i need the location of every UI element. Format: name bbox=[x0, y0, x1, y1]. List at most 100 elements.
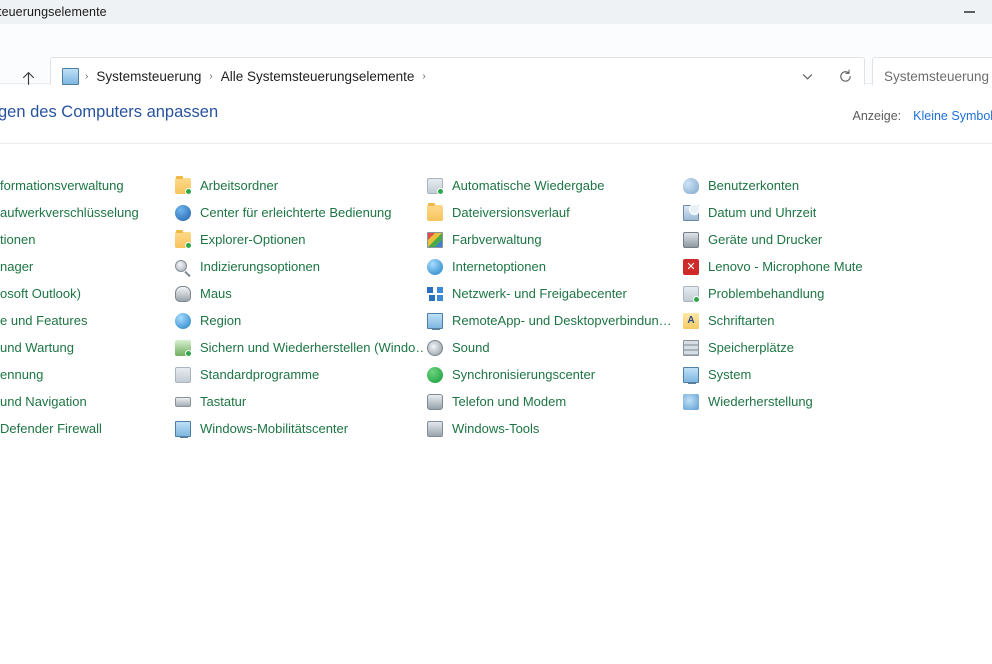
control-panel-item[interactable]: Indizierungsoptionen bbox=[175, 253, 425, 280]
monitor-icon bbox=[683, 366, 699, 384]
control-panel-item[interactable]: Speicherplätze bbox=[683, 334, 983, 361]
control-panel-item-label: ennung bbox=[0, 367, 44, 382]
control-panel-item-label: Indizierungsoptionen bbox=[200, 259, 320, 274]
control-panel-item-label: Tastatur bbox=[200, 394, 247, 409]
search-mag-icon bbox=[175, 259, 191, 275]
control-panel-item[interactable]: Defender Firewall bbox=[0, 415, 172, 442]
control-panel-item-label: Netzwerk- und Freigabecenter bbox=[452, 286, 627, 301]
control-panel-item[interactable]: Telefon und Modem bbox=[427, 388, 677, 415]
control-panel-item-label: Speicherplätze bbox=[708, 340, 794, 355]
window-title: teuerungselemente bbox=[0, 5, 107, 19]
win-grey-icon bbox=[175, 366, 191, 383]
control-panel-item[interactable]: Problembehandlung bbox=[683, 280, 983, 307]
control-panel-item-label: Problembehandlung bbox=[708, 286, 825, 301]
control-panel-item[interactable]: Sichern und Wiederherstellen (Windo…) bbox=[175, 334, 425, 361]
search-input[interactable]: Systemsteuerung du bbox=[873, 69, 992, 84]
control-panel-item[interactable]: Standardprogramme bbox=[175, 361, 425, 388]
control-panel-item[interactable]: Automatische Wiedergabe bbox=[427, 172, 677, 199]
backup-icon bbox=[175, 339, 192, 357]
stack-icon bbox=[683, 339, 699, 356]
folder-icon bbox=[427, 202, 443, 221]
view-label: Anzeige: bbox=[852, 109, 902, 123]
control-panel-item[interactable]: Wiederherstellung bbox=[683, 388, 983, 415]
control-panel-item[interactable]: System bbox=[683, 361, 983, 388]
control-panel-item[interactable]: Netzwerk- und Freigabecenter bbox=[427, 280, 677, 307]
minimize-button[interactable] bbox=[946, 0, 992, 24]
netgrid-icon bbox=[427, 285, 443, 302]
breadcrumb-separator-0: › bbox=[85, 70, 89, 82]
control-panel-item[interactable]: Lenovo - Microphone Mute bbox=[683, 253, 983, 280]
people-icon bbox=[683, 177, 699, 194]
control-panel-item[interactable]: Datum und Uhrzeit bbox=[683, 199, 983, 226]
win-grey-icon bbox=[427, 177, 444, 195]
arrow-up-icon bbox=[22, 71, 34, 85]
control-panel-item-label: Automatische Wiedergabe bbox=[452, 178, 605, 193]
control-panel-item-label: System bbox=[708, 367, 752, 382]
control-panel-item[interactable]: Arbeitsordner bbox=[175, 172, 425, 199]
red-x-icon bbox=[683, 258, 699, 275]
colorsq-icon bbox=[427, 231, 443, 248]
control-panel-item[interactable]: e und Features bbox=[0, 307, 172, 334]
breadcrumb-item-1[interactable]: Alle Systemsteuerungselemente bbox=[219, 69, 417, 84]
navigation-bar: › Systemsteuerung › Alle Systemsteuerung… bbox=[0, 24, 992, 95]
control-panel-item-label: Farbverwaltung bbox=[452, 232, 542, 247]
folder-icon bbox=[175, 229, 192, 249]
control-panel-item-label: Schriftarten bbox=[708, 313, 775, 328]
chevron-down-icon bbox=[802, 73, 812, 80]
content-header: gen des Computers anpassen Anzeige: Klei… bbox=[0, 85, 992, 144]
refresh-icon bbox=[839, 69, 851, 82]
control-panel-item[interactable]: ennung bbox=[0, 361, 172, 388]
view-value-link[interactable]: Kleine Symbole bbox=[913, 109, 992, 123]
control-panel-item[interactable]: Region bbox=[175, 307, 425, 334]
control-panel-item-label: Standardprogramme bbox=[200, 367, 320, 382]
control-panel-item[interactable]: osoft Outlook) bbox=[0, 280, 172, 307]
printer-icon bbox=[683, 231, 699, 248]
control-panel-item[interactable]: tionen bbox=[0, 226, 172, 253]
control-panel-item[interactable]: Windows-Mobilitätscenter bbox=[175, 415, 425, 442]
control-panel-item-label: Explorer-Optionen bbox=[200, 232, 306, 247]
control-panel-item[interactable]: Farbverwaltung bbox=[427, 226, 677, 253]
control-panel-item[interactable]: RemoteApp- und Desktopverbindun… bbox=[427, 307, 677, 334]
tools-icon bbox=[427, 420, 443, 437]
control-panel-item[interactable]: aufwerkverschlüsselung bbox=[0, 199, 172, 226]
minimize-icon bbox=[963, 11, 975, 13]
control-panel-item-label: Region bbox=[200, 313, 242, 328]
control-panel-item[interactable]: Internetoptionen bbox=[427, 253, 677, 280]
control-panel-item[interactable]: Explorer-Optionen bbox=[175, 226, 425, 253]
breadcrumb-item-0[interactable]: Systemsteuerung bbox=[94, 69, 203, 84]
folder-icon bbox=[175, 175, 192, 195]
control-panel-item-label: Dateiversionsverlauf bbox=[452, 205, 570, 220]
control-panel-item[interactable]: Schriftarten bbox=[683, 307, 983, 334]
control-panel-item-label: Wiederherstellung bbox=[708, 394, 813, 409]
control-panel-item-label: Center für erleichterte Bedienung bbox=[200, 205, 392, 220]
control-panel-item-label: Windows-Mobilitätscenter bbox=[200, 421, 349, 436]
control-panel-item-label: osoft Outlook) bbox=[0, 286, 81, 301]
control-panel-item[interactable]: Sound bbox=[427, 334, 677, 361]
control-panel-item-label: Synchronisierungscenter bbox=[452, 367, 596, 382]
control-panel-item-label: Geräte und Drucker bbox=[708, 232, 823, 247]
control-panel-item-label: nager bbox=[0, 259, 34, 274]
control-panel-item-label: Sound bbox=[452, 340, 490, 355]
win-grey-icon bbox=[683, 285, 700, 303]
control-panel-item-label: und Navigation bbox=[0, 394, 87, 409]
control-panel-item-label: Maus bbox=[200, 286, 232, 301]
control-panel-item[interactable]: Benutzerkonten bbox=[683, 172, 983, 199]
control-panel-item[interactable]: Synchronisierungscenter bbox=[427, 361, 677, 388]
control-panel-item[interactable]: Center für erleichterte Bedienung bbox=[175, 199, 425, 226]
control-panel-item[interactable]: formationsverwaltung bbox=[0, 172, 172, 199]
mouse-icon bbox=[175, 285, 191, 302]
control-panel-item-label: tionen bbox=[0, 232, 36, 247]
control-panel-item[interactable]: und Wartung bbox=[0, 334, 172, 361]
control-panel-item-label: Datum und Uhrzeit bbox=[708, 205, 817, 220]
control-panel-item[interactable]: Maus bbox=[175, 280, 425, 307]
control-panel-item[interactable]: und Navigation bbox=[0, 388, 172, 415]
control-panel-item[interactable]: Geräte und Drucker bbox=[683, 226, 983, 253]
control-panel-item[interactable]: Tastatur bbox=[175, 388, 425, 415]
control-panel-icon bbox=[62, 67, 79, 86]
monitor-icon bbox=[175, 420, 191, 438]
control-panel-item[interactable]: Dateiversionsverlauf bbox=[427, 199, 677, 226]
view-selector: Anzeige: Kleine Symbole bbox=[852, 109, 992, 123]
column-2: Arbeitsordner Center für erleichterte Bed… bbox=[175, 172, 425, 442]
control-panel-item[interactable]: Windows-Tools bbox=[427, 415, 677, 442]
control-panel-item[interactable]: nager bbox=[0, 253, 172, 280]
